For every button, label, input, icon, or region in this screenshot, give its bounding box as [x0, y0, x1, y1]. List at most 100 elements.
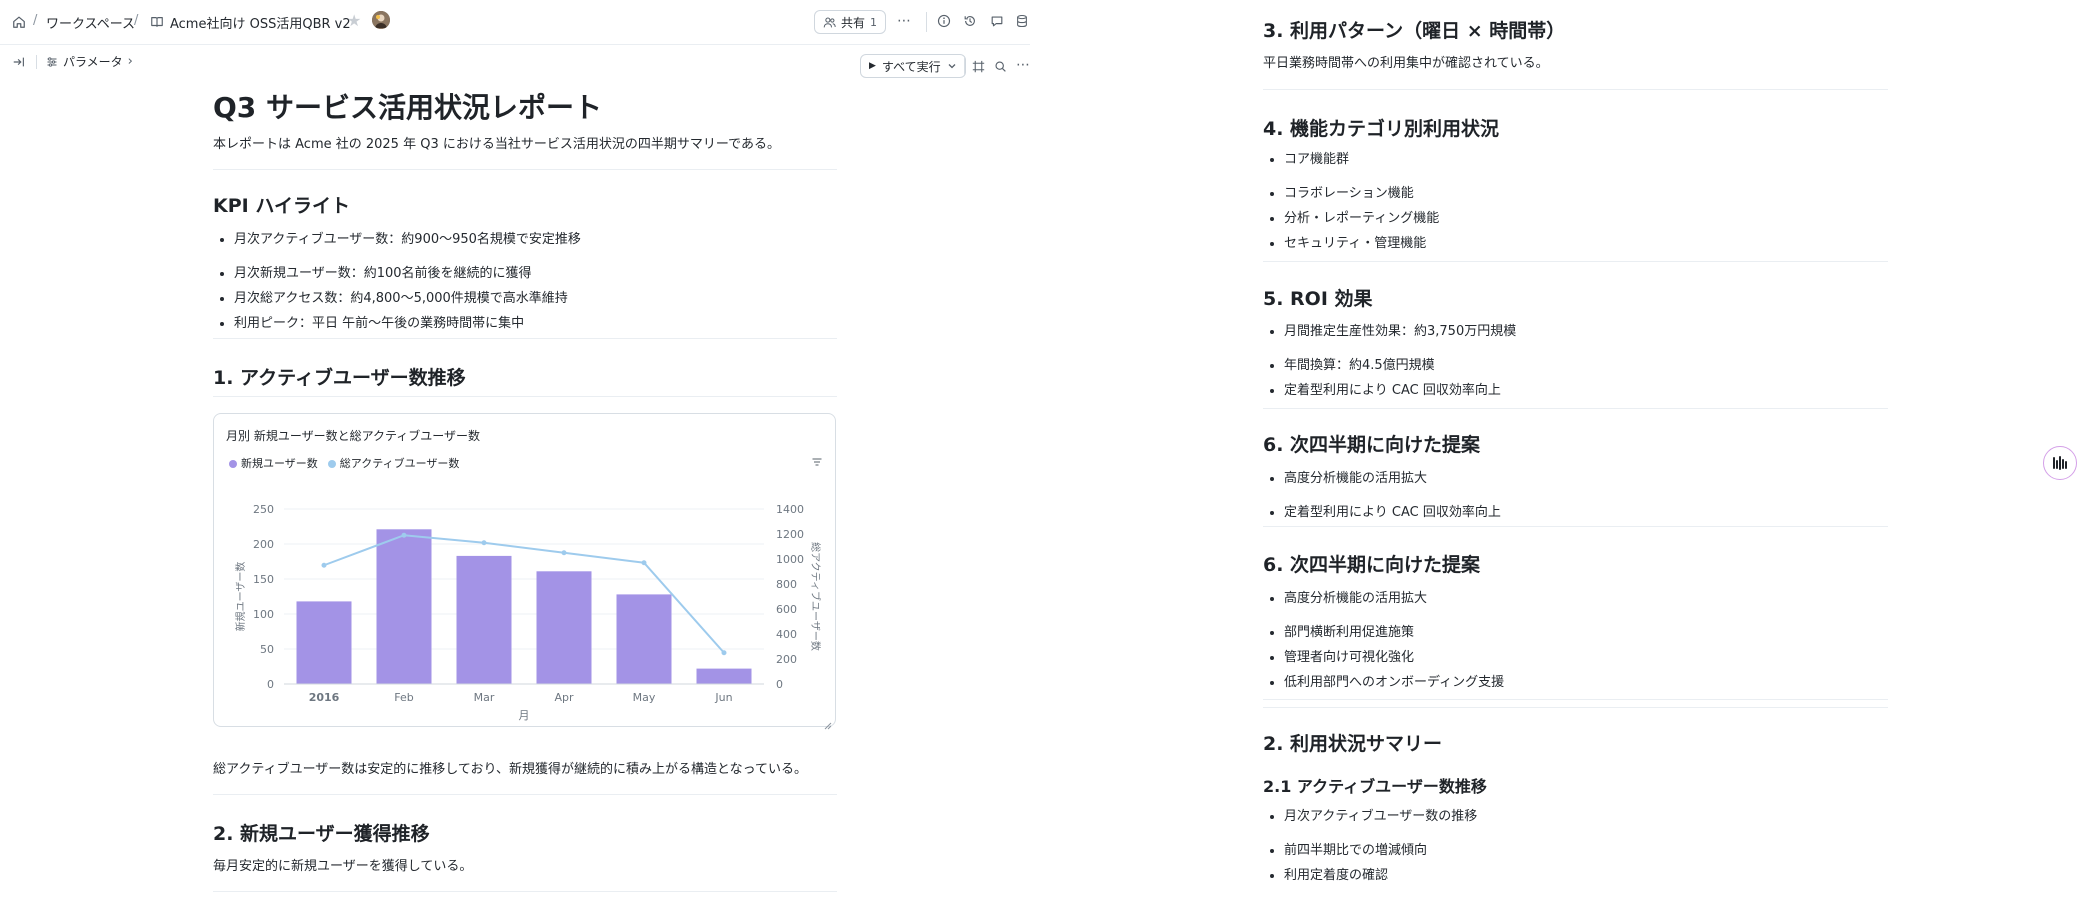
- legend-label: 総アクティブユーザー数: [339, 457, 460, 470]
- y-tick-label-left: 150: [253, 573, 274, 586]
- list-item: 低利用部門へのオンボーディング支援: [1284, 673, 1884, 698]
- y-tick-label-right: 200: [776, 653, 797, 666]
- legend-item[interactable]: 総アクティブユーザー数: [327, 455, 460, 471]
- chart-bar: [536, 571, 592, 684]
- history-icon[interactable]: [962, 13, 978, 29]
- chart-plot: 0 50 100 150 200 250 0 200 400 600 800 1000 1200 1400…: [234, 503, 822, 722]
- list-item: 月次総アクセス数：約4,800〜5,000件規模で高水準維持: [234, 289, 834, 314]
- expand-sidebar-icon[interactable]: [11, 54, 27, 70]
- list-item: 分析・レポーティング機能: [1284, 209, 1884, 234]
- section-1-heading: 1. アクティブユーザー数推移: [213, 367, 466, 389]
- x-tick-label: Apr: [554, 691, 574, 704]
- x-tick-label: 2016: [309, 691, 340, 704]
- search-icon[interactable]: [992, 58, 1008, 74]
- section-6b-list: 高度分析機能の活用拡大 部門横断利用促進施策 管理者向け可視化強化 低利用部門へ…: [1263, 589, 1884, 698]
- chart-title: 月別 新規ユーザー数と総アクティブユーザー数: [226, 429, 481, 443]
- avatar[interactable]: [372, 11, 390, 29]
- divider: [1263, 707, 1888, 708]
- legend-swatch: [327, 460, 336, 468]
- play-icon: ▶: [869, 61, 876, 71]
- y-tick-label-right: 1400: [776, 503, 804, 516]
- section-5-list: 月間推定生産性効果：約3,750万円規模 年間換算：約4.5億円規模 定着型利用…: [1263, 322, 1884, 406]
- y-tick-label-right: 1000: [776, 553, 804, 566]
- database-icon[interactable]: [1014, 13, 1030, 29]
- divider: [213, 338, 837, 339]
- x-tick-label: May: [633, 691, 656, 704]
- list-item: 定着型利用により CAC 回収効率向上: [1284, 381, 1884, 406]
- section-6a-heading: 6. 次四半期に向けた提案: [1263, 434, 1481, 456]
- divider: [213, 794, 837, 795]
- section-2-summary-heading: 2. 利用状況サマリー: [1263, 733, 1443, 755]
- y-tick-label-right: 1200: [776, 528, 804, 541]
- kpi-heading: KPI ハイライト: [213, 195, 350, 217]
- breadcrumb-workspace[interactable]: ワークスペース: [46, 13, 135, 32]
- list-item: 月間推定生産性効果：約3,750万円規模: [1284, 322, 1884, 356]
- divider: [1263, 261, 1888, 262]
- y-tick-label-right: 400: [776, 628, 797, 641]
- section-4-heading: 4. 機能カテゴリ別利用状況: [1263, 118, 1500, 140]
- section-4-list: コア機能群 コラボレーション機能 分析・レポーティング機能 セキュリティ・管理機…: [1263, 150, 1884, 259]
- list-item: コラボレーション機能: [1284, 184, 1884, 209]
- home-icon[interactable]: [11, 14, 27, 30]
- section-6a-list: 高度分析機能の活用拡大 定着型利用により CAC 回収効率向上: [1263, 469, 1884, 528]
- chart-legend: 新規ユーザー数 総アクティブユーザー数: [229, 455, 459, 471]
- more-icon[interactable]: ⋯: [895, 12, 913, 30]
- share-label: 共有: [841, 15, 866, 30]
- chart-bar: [616, 594, 672, 684]
- list-item: 利用定着度の確認: [1284, 866, 1884, 891]
- assistant-icon: [2051, 456, 2069, 470]
- chart-point: [401, 532, 407, 538]
- chart-point: [561, 550, 567, 556]
- y-tick-label-right: 800: [776, 578, 797, 591]
- chevron-down-icon: [947, 61, 957, 71]
- section-3-note: 平日業務時間帯への利用集中が確認されている。: [1263, 56, 1549, 71]
- frame-icon[interactable]: [970, 58, 986, 74]
- breadcrumb-doc-name[interactable]: Acme社向け OSS活用QBR v2: [170, 13, 351, 32]
- divider: [1263, 408, 1888, 409]
- run-all-button[interactable]: ▶ すべて実行: [860, 54, 966, 78]
- legend-item[interactable]: 新規ユーザー数: [229, 455, 318, 471]
- list-item: 部門横断利用促進施策: [1284, 623, 1884, 648]
- chevron-right-icon: ›: [127, 54, 133, 69]
- section-2-heading: 2. 新規ユーザー獲得推移: [213, 823, 430, 845]
- intro-text: 本レポートは Acme 社の 2025 年 Q3 における当社サービス活用状況の…: [213, 137, 780, 152]
- chart-bar: [696, 668, 752, 684]
- y-tick-label-left: 100: [253, 608, 274, 621]
- x-axis-label: 月: [519, 709, 530, 722]
- divider: [213, 169, 837, 170]
- chart-point: [721, 650, 727, 656]
- resize-handle[interactable]: [824, 715, 832, 730]
- run-all-label: すべて実行: [881, 59, 941, 74]
- divider: [213, 891, 837, 892]
- breadcrumb-separator: /: [33, 13, 38, 28]
- y-tick-label-left: 0: [267, 678, 274, 691]
- divider: [36, 55, 37, 69]
- list-item: 管理者向け可視化強化: [1284, 648, 1884, 673]
- divider: [1263, 526, 1888, 527]
- params-toggle[interactable]: パラメータ ›: [46, 53, 133, 70]
- comment-icon[interactable]: [989, 13, 1005, 29]
- list-item: 定着型利用により CAC 回収効率向上: [1284, 503, 1884, 528]
- list-item: 年間換算：約4.5億円規模: [1284, 356, 1884, 381]
- assistant-button[interactable]: [2043, 446, 2077, 480]
- share-button[interactable]: 共有 1: [814, 10, 887, 34]
- kpi-list: 月次アクティブユーザー数：約900〜950名規模で安定推移 月次新規ユーザー数：…: [213, 230, 834, 339]
- people-icon: [823, 16, 836, 29]
- chart-bar: [456, 555, 512, 684]
- section-2-note: 毎月安定的に新規ユーザーを獲得している。: [213, 859, 473, 874]
- y-axis-label-right: 総アクティブユーザー数: [809, 542, 822, 651]
- y-tick-label-right: 0: [776, 678, 783, 691]
- star-icon[interactable]: ★: [347, 11, 361, 30]
- section-2-1-heading: 2.1 アクティブユーザー数推移: [1263, 777, 1487, 796]
- divider: [926, 12, 927, 32]
- y-tick-label-left: 200: [253, 538, 274, 551]
- chart-point: [481, 540, 487, 546]
- breadcrumb-separator: /: [134, 13, 139, 28]
- filter-icon[interactable]: [809, 454, 825, 470]
- y-tick-label-left: 50: [260, 643, 274, 656]
- chart-point: [641, 560, 647, 566]
- more-icon[interactable]: ⋯: [1015, 57, 1031, 73]
- info-icon[interactable]: [936, 13, 952, 29]
- list-item: 利用ピーク：平日 午前〜午後の業務時間帯に集中: [234, 314, 834, 339]
- section-2-1-list: 月次アクティブユーザー数の推移 前四半期比での増減傾向 利用定着度の確認: [1263, 807, 1884, 891]
